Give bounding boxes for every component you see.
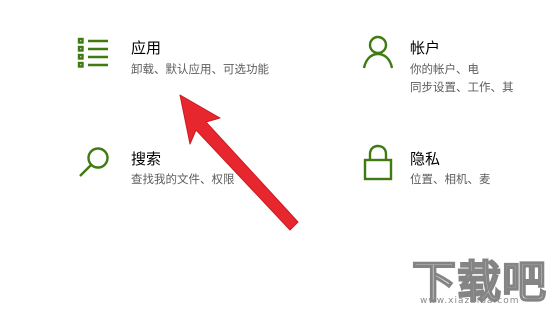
settings-tile-search[interactable]: 搜索 查找我的文件、权限: [70, 140, 300, 200]
apps-list-icon: [77, 36, 111, 72]
tile-description-line: 同步设置、工作、其: [410, 80, 514, 94]
settings-tile-accounts[interactable]: 帐户 你的帐户、电 同步设置、工作、其: [355, 30, 549, 100]
settings-tile-apps[interactable]: 应用 卸载、默认应用、可选功能: [70, 30, 300, 100]
tile-description-line: 你的帐户、电: [410, 62, 479, 76]
tile-description: 你的帐户、电 同步设置、工作、其: [410, 60, 546, 96]
tile-description: 卸载、默认应用、可选功能: [131, 62, 269, 76]
watermark-subtext: www.xiazaiba.com: [420, 296, 520, 306]
person-icon: [360, 34, 396, 74]
settings-tile-privacy[interactable]: 隐私 位置、相机、麦: [355, 140, 549, 200]
watermark-logo: 下载吧 www.xiazaiba.com: [411, 246, 547, 310]
tile-title: 隐私: [410, 150, 441, 168]
tile-title: 应用: [131, 39, 162, 57]
tile-title: 搜索: [131, 150, 162, 168]
tile-description: 位置、相机、麦: [410, 172, 491, 186]
tile-title: 帐户: [410, 39, 441, 57]
search-icon: [77, 145, 113, 185]
tile-description: 查找我的文件、权限: [131, 172, 235, 186]
lock-icon: [363, 144, 393, 186]
